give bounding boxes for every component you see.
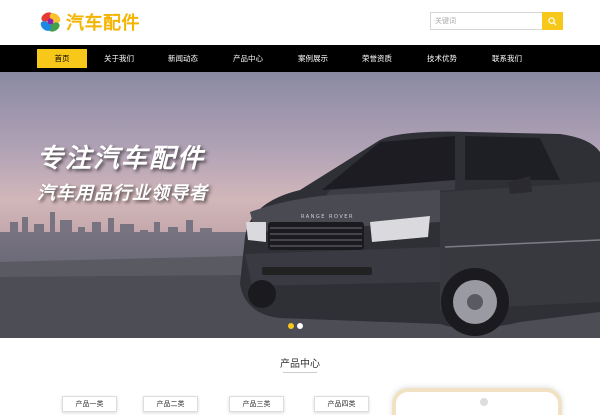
search-icon (548, 16, 557, 26)
nav-item-cases[interactable]: 案例展示 (288, 49, 338, 68)
banner-subtitle: 汽车用品行业领导者 (37, 183, 208, 204)
search-bar (430, 12, 563, 30)
card-dot (480, 398, 488, 406)
slider-dot-1[interactable] (288, 323, 294, 329)
category-button-1[interactable]: 产品一类 (62, 396, 117, 412)
main-nav: 首页 关于我们 新闻动态 产品中心 案例展示 荣誉资质 技术优势 联系我们 (0, 45, 600, 72)
logo[interactable]: 汽车配件 (38, 9, 140, 35)
search-input[interactable] (430, 12, 542, 30)
nav-item-contact[interactable]: 联系我们 (482, 49, 532, 68)
slider-dots (288, 323, 303, 329)
section-divider (283, 372, 317, 373)
nav-item-news[interactable]: 新闻动态 (158, 49, 208, 68)
section-title: 产品中心 (280, 359, 320, 370)
banner-title: 专注汽车配件 (37, 144, 206, 174)
logo-icon (38, 9, 64, 35)
category-button-3[interactable]: 产品三类 (229, 396, 284, 412)
category-button-4[interactable]: 产品四类 (314, 396, 369, 412)
site-header: 汽车配件 (0, 0, 600, 45)
nav-item-home[interactable]: 首页 (37, 49, 87, 68)
car-image (240, 131, 600, 336)
slider-dot-2[interactable] (297, 323, 303, 329)
car-badge: RANGE ROVER (301, 214, 354, 220)
product-card[interactable] (392, 388, 562, 415)
hero-banner[interactable]: RANGE ROVER 专注汽车配件 汽车用品行业领导者 (0, 72, 600, 338)
nav-item-products[interactable]: 产品中心 (223, 49, 273, 68)
nav-item-about[interactable]: 关于我们 (94, 49, 144, 68)
nav-item-tech[interactable]: 技术优势 (417, 49, 467, 68)
search-button[interactable] (542, 12, 563, 30)
category-button-2[interactable]: 产品二类 (143, 396, 198, 412)
banner-image: RANGE ROVER (0, 131, 600, 338)
logo-text: 汽车配件 (66, 13, 140, 34)
nav-item-honors[interactable]: 荣誉资质 (352, 49, 402, 68)
